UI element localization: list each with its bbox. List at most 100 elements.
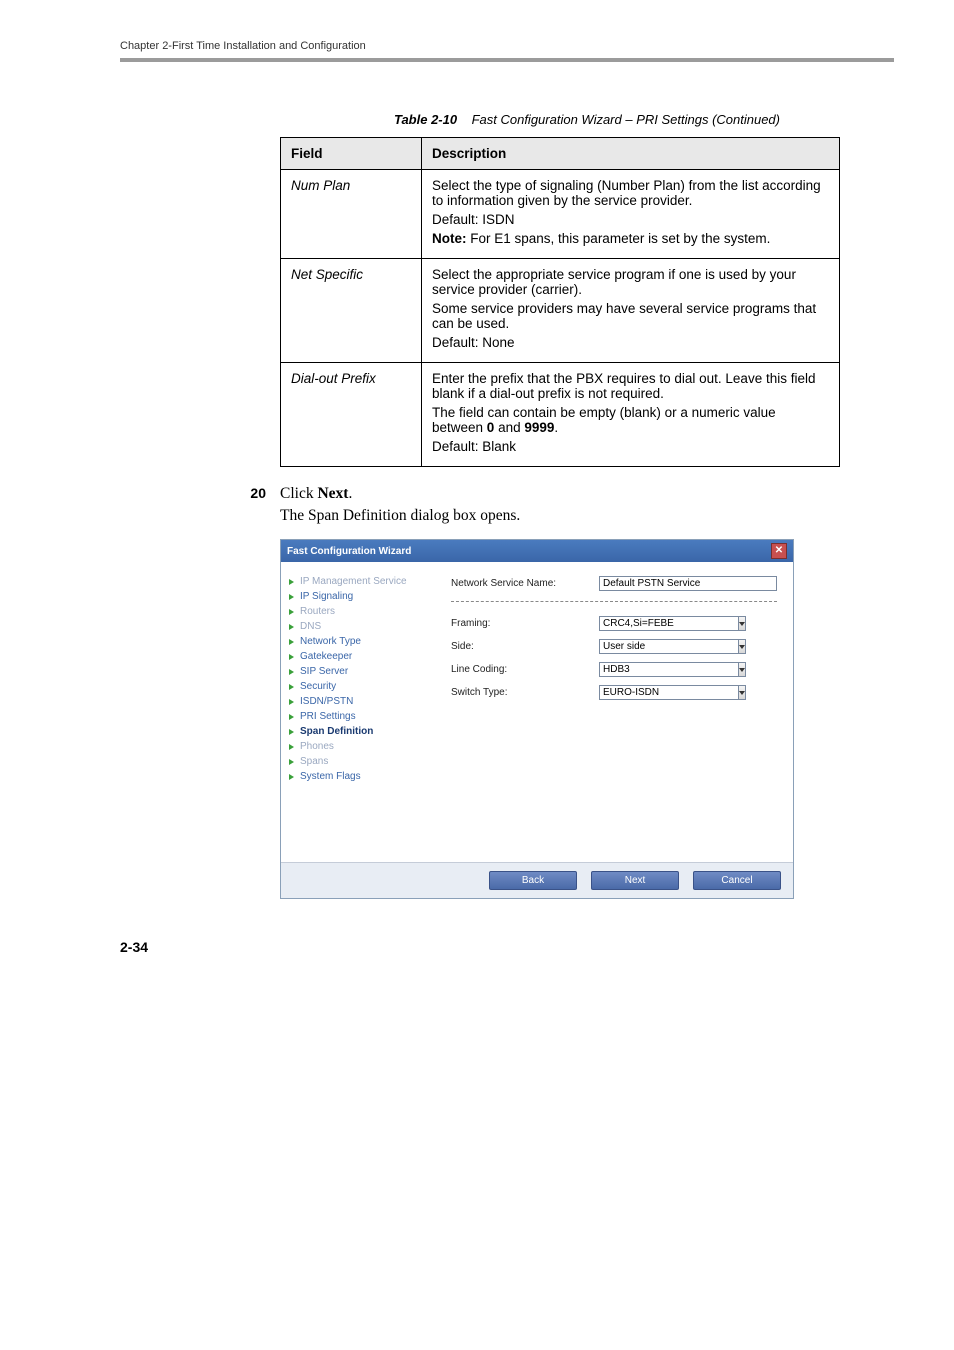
chevron-down-icon[interactable] [738,685,746,700]
table-row: Num Plan Select the type of signaling (N… [281,170,840,259]
sidebar-item-dns[interactable]: DNS [289,619,427,634]
table-caption-title: Fast Configuration Wizard – PRI Settings… [472,112,780,127]
page-number: 2-34 [120,939,894,955]
table-caption: Table 2-10 Fast Configuration Wizard – P… [120,112,894,127]
desc-bold: 9999 [524,420,554,435]
sidebar-item-label: IP Management Service [300,576,407,587]
sidebar-item-ip-signaling[interactable]: IP Signaling [289,589,427,604]
chevron-right-icon [289,654,294,660]
sidebar-item-label: System Flags [300,771,361,782]
desc-line: Enter the prefix that the PBX requires t… [432,371,829,401]
follow-pre: The [280,507,308,524]
form-row-side: Side: [451,639,777,654]
switch-type-combo[interactable] [599,685,719,700]
chevron-right-icon [289,669,294,675]
sidebar-item-sip-server[interactable]: SIP Server [289,664,427,679]
next-button[interactable]: Next [591,871,679,890]
sidebar-item-label: SIP Server [300,666,348,677]
chevron-right-icon [289,759,294,765]
switch-type-value[interactable] [599,685,738,700]
sidebar-item-spans[interactable]: Spans [289,754,427,769]
nsn-label: Network Service Name: [451,578,571,589]
sidebar-item-label: PRI Settings [300,711,356,722]
chevron-down-icon[interactable] [738,616,746,631]
table-caption-label: Table 2-10 [394,112,457,127]
follow-italic: Span Definition [308,507,407,524]
col-header-description: Description [422,138,840,170]
sidebar-item-phones[interactable]: Phones [289,739,427,754]
dialog-footer: Back Next Cancel [281,862,793,898]
step-after: . [348,485,352,502]
line-coding-label: Line Coding: [451,664,571,675]
chevron-down-icon[interactable] [738,662,746,677]
field-name: Net Specific [281,259,422,363]
sidebar-item-gatekeeper[interactable]: Gatekeeper [289,649,427,664]
chevron-right-icon [289,744,294,750]
field-desc: Select the appropriate service program i… [422,259,840,363]
sidebar-item-label: Routers [300,606,335,617]
form-row-switch-type: Switch Type: [451,685,777,700]
dialog-sidebar: IP Management Service IP Signaling Route… [281,562,435,862]
chevron-right-icon [289,609,294,615]
sidebar-item-span-definition[interactable]: Span Definition [289,724,427,739]
side-value[interactable] [599,639,738,654]
chevron-right-icon [289,729,294,735]
sidebar-item-isdn-pstn[interactable]: ISDN/PSTN [289,694,427,709]
chapter-header: Chapter 2-First Time Installation and Co… [120,40,894,52]
sidebar-item-ip-management[interactable]: IP Management Service [289,574,427,589]
field-name: Dial-out Prefix [281,363,422,467]
step-bold: Next [317,485,348,502]
desc-line: Default: None [432,335,829,350]
framing-combo[interactable] [599,616,719,631]
desc-text: The field can contain be empty (blank) o… [432,405,776,435]
sidebar-item-label: Phones [300,741,334,752]
cancel-button[interactable]: Cancel [693,871,781,890]
chevron-right-icon [289,699,294,705]
dialog-body: IP Management Service IP Signaling Route… [281,562,793,862]
note-label: Note: [432,231,467,246]
close-icon[interactable]: ✕ [771,543,787,559]
step-followup: The Span Definition dialog box opens. [280,507,894,525]
desc-line: Default: ISDN [432,212,829,227]
dialog-window: Fast Configuration Wizard ✕ IP Managemen… [280,539,794,899]
line-coding-combo[interactable] [599,662,719,677]
sidebar-item-label: Security [300,681,336,692]
nsn-input[interactable] [599,576,777,591]
desc-line: Note: For E1 spans, this parameter is se… [432,231,829,246]
chevron-down-icon[interactable] [738,639,746,654]
sidebar-item-system-flags[interactable]: System Flags [289,769,427,784]
separator [451,601,777,602]
chevron-right-icon [289,684,294,690]
sidebar-item-routers[interactable]: Routers [289,604,427,619]
field-name: Num Plan [281,170,422,259]
line-coding-value[interactable] [599,662,738,677]
sidebar-item-label: IP Signaling [300,591,353,602]
side-combo[interactable] [599,639,719,654]
chevron-right-icon [289,594,294,600]
desc-line: Select the appropriate service program i… [432,267,829,297]
dialog-title: Fast Configuration Wizard [287,546,411,557]
follow-post: dialog box opens. [407,507,521,524]
field-desc: Select the type of signaling (Number Pla… [422,170,840,259]
sidebar-item-label: Gatekeeper [300,651,352,662]
dialog-titlebar: Fast Configuration Wizard ✕ [281,540,793,562]
note-text: For E1 spans, this parameter is set by t… [467,231,771,246]
sidebar-item-label: DNS [300,621,321,632]
field-desc: Enter the prefix that the PBX requires t… [422,363,840,467]
sidebar-item-pri-settings[interactable]: PRI Settings [289,709,427,724]
step-text: Click Next. [280,485,352,503]
sidebar-item-network-type[interactable]: Network Type [289,634,427,649]
framing-value[interactable] [599,616,738,631]
col-header-field: Field [281,138,422,170]
desc-line: Select the type of signaling (Number Pla… [432,178,829,208]
table-row: Dial-out Prefix Enter the prefix that th… [281,363,840,467]
desc-line: Some service providers may have several … [432,301,829,331]
dialog-main: Network Service Name: Framing: Side: Lin… [435,562,793,862]
back-button[interactable]: Back [489,871,577,890]
desc-text: and [494,420,524,435]
step-row: 20 Click Next. [120,485,894,503]
chevron-right-icon [289,624,294,630]
side-label: Side: [451,641,571,652]
desc-line: The field can contain be empty (blank) o… [432,405,829,435]
sidebar-item-security[interactable]: Security [289,679,427,694]
